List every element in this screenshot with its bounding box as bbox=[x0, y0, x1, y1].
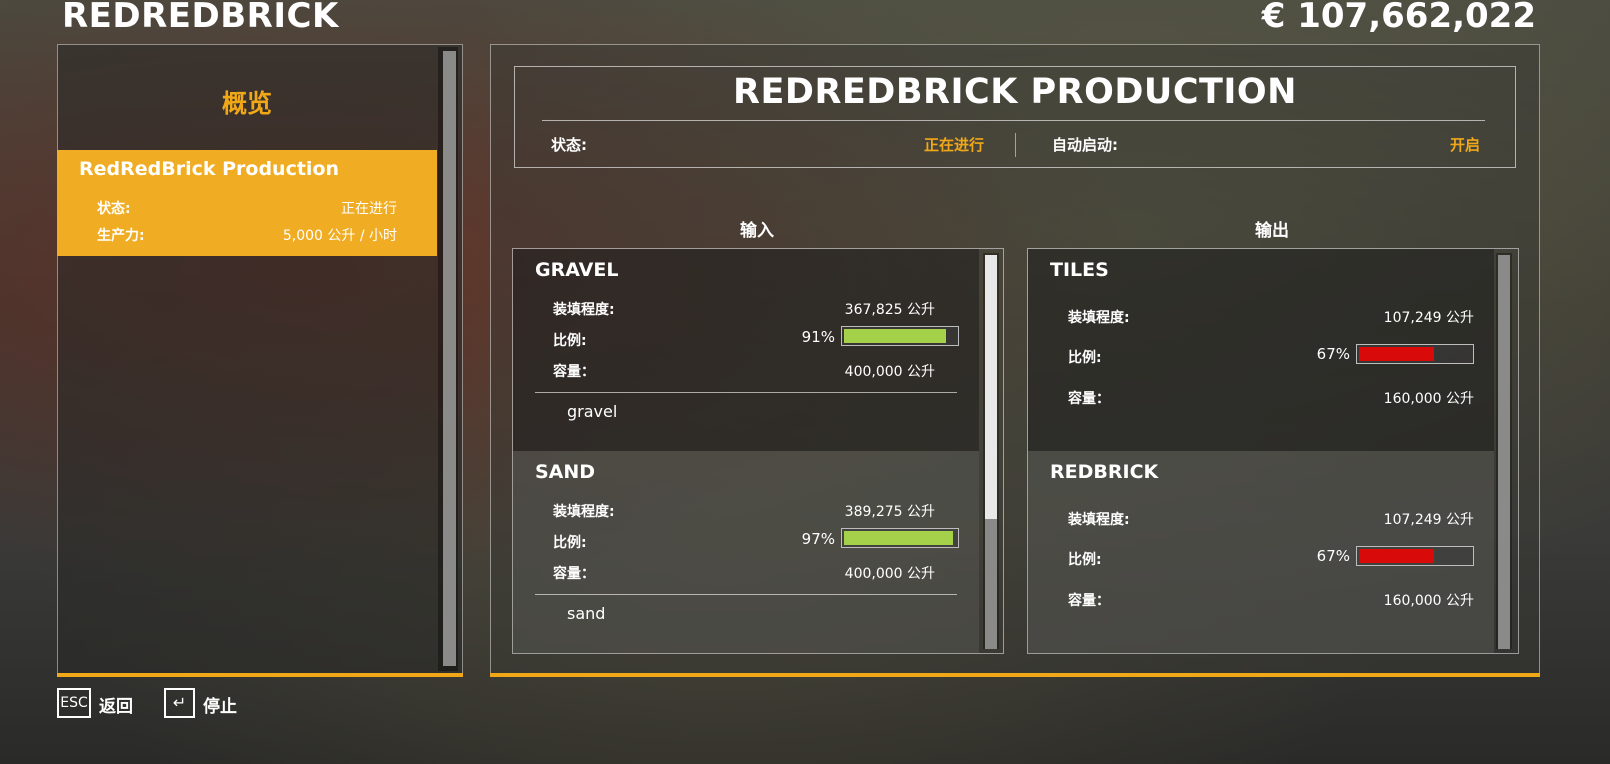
fill-level-value: 367,825 公升 bbox=[844, 302, 935, 318]
capacity-label: 容量： bbox=[1068, 593, 1110, 609]
autostart-label: 自动启动: bbox=[1052, 136, 1118, 154]
fill-level-value: 389,275 公升 bbox=[844, 504, 935, 520]
fill-level-label: 装填程度: bbox=[1068, 512, 1130, 528]
overview-title: 概览 bbox=[221, 89, 272, 118]
fill-level-label: 装填程度: bbox=[1068, 310, 1130, 326]
input-card-sand: SAND 装填程度: 389,275 公升 比例: 97% 容量： 400,00… bbox=[513, 451, 979, 653]
production-item-name: RedRedBrick Production bbox=[79, 158, 340, 180]
ratio-bar bbox=[1356, 344, 1474, 364]
esc-key-icon[interactable]: ESC bbox=[57, 688, 91, 718]
ratio-label: 比例: bbox=[553, 333, 587, 349]
fill-level-label: 装填程度: bbox=[553, 302, 615, 318]
production-list-item[interactable]: RedRedBrick Production 状态: 正在进行 生产力: 5,0… bbox=[57, 150, 437, 256]
ratio-bar-fill bbox=[844, 329, 946, 343]
capacity-value: 400,000 公升 bbox=[844, 364, 935, 380]
fill-level-value: 107,249 公升 bbox=[1383, 512, 1474, 528]
status-value: 正在进行 bbox=[341, 201, 397, 217]
status-label: 状态: bbox=[97, 201, 131, 217]
capacity-value: 160,000 公升 bbox=[1383, 593, 1474, 609]
output-name: REDBRICK bbox=[1050, 461, 1159, 483]
ratio-value: 67% bbox=[1316, 547, 1350, 565]
fill-level-label: 装填程度: bbox=[553, 504, 615, 520]
capacity-label: 容量： bbox=[1068, 391, 1110, 407]
production-title: REDREDBRICK PRODUCTION bbox=[733, 72, 1297, 112]
output-card-redbrick: REDBRICK 装填程度: 107,249 公升 比例: 67% 容量： 16… bbox=[1028, 451, 1494, 653]
output-column-title: 输出 bbox=[1255, 221, 1289, 241]
ratio-label: 比例: bbox=[1068, 552, 1102, 568]
rate-label: 生产力: bbox=[97, 228, 145, 244]
productions-list-panel bbox=[57, 44, 463, 676]
header-divider bbox=[542, 120, 1485, 121]
ratio-bar-fill bbox=[1359, 549, 1434, 563]
header-vertical-divider bbox=[1015, 133, 1016, 157]
autostart-value[interactable]: 开启 bbox=[1450, 134, 1480, 155]
farm-name: REDREDBRICK bbox=[62, 0, 339, 36]
capacity-label: 容量： bbox=[553, 566, 595, 582]
capacity-value: 160,000 公升 bbox=[1383, 391, 1474, 407]
money-balance: € 107,662,022 bbox=[1261, 0, 1536, 36]
stop-button-label[interactable]: 停止 bbox=[203, 692, 237, 717]
output-name: TILES bbox=[1050, 259, 1109, 281]
output-list: TILES 装填程度: 107,249 公升 比例: 67% 容量： 160,0… bbox=[1027, 248, 1519, 654]
status-label: 状态: bbox=[551, 136, 587, 154]
fill-level-value: 107,249 公升 bbox=[1383, 310, 1474, 326]
input-scrollbar-rest[interactable] bbox=[985, 519, 997, 649]
enter-key-icon[interactable]: ↵ bbox=[164, 688, 195, 718]
ratio-bar bbox=[1356, 546, 1474, 566]
input-card-gravel: GRAVEL 装填程度: 367,825 公升 比例: 91% 容量： 400,… bbox=[513, 249, 979, 451]
capacity-value: 400,000 公升 bbox=[844, 566, 935, 582]
ratio-value: 97% bbox=[801, 530, 835, 548]
ratio-label: 比例: bbox=[1068, 350, 1102, 366]
ratio-bar bbox=[841, 528, 959, 548]
production-item-rate: 生产力: 5,000 公升 / 小时 bbox=[97, 225, 397, 245]
ratio-bar-fill bbox=[844, 531, 953, 545]
capacity-label: 容量： bbox=[553, 364, 595, 380]
ratio-bar bbox=[841, 326, 959, 346]
ratio-label: 比例: bbox=[553, 535, 587, 551]
ratio-bar-fill bbox=[1359, 347, 1434, 361]
input-column-title: 输入 bbox=[740, 221, 774, 241]
production-item-status: 状态: 正在进行 bbox=[97, 198, 397, 218]
input-list: GRAVEL 装填程度: 367,825 公升 比例: 91% 容量： 400,… bbox=[512, 248, 1004, 654]
input-name: SAND bbox=[535, 461, 596, 483]
ratio-value: 67% bbox=[1316, 345, 1350, 363]
card-divider bbox=[535, 392, 957, 393]
output-scrollbar-thumb[interactable] bbox=[1498, 255, 1510, 649]
status-value: 正在进行 bbox=[923, 136, 984, 154]
rate-value: 5,000 公升 / 小时 bbox=[282, 228, 397, 244]
back-button-label[interactable]: 返回 bbox=[99, 692, 133, 717]
panel-accent-line bbox=[490, 673, 1540, 677]
input-name: GRAVEL bbox=[535, 259, 619, 281]
output-card-tiles: TILES 装填程度: 107,249 公升 比例: 67% 容量： 160,0… bbox=[1028, 249, 1494, 451]
fill-type-name: gravel bbox=[567, 402, 618, 421]
ratio-value: 91% bbox=[801, 328, 835, 346]
input-scrollbar-thumb[interactable] bbox=[985, 255, 997, 519]
fill-type-name: sand bbox=[567, 604, 606, 623]
panel-accent-line bbox=[57, 673, 463, 677]
list-scrollbar-thumb[interactable] bbox=[443, 51, 456, 666]
card-divider bbox=[535, 594, 957, 595]
